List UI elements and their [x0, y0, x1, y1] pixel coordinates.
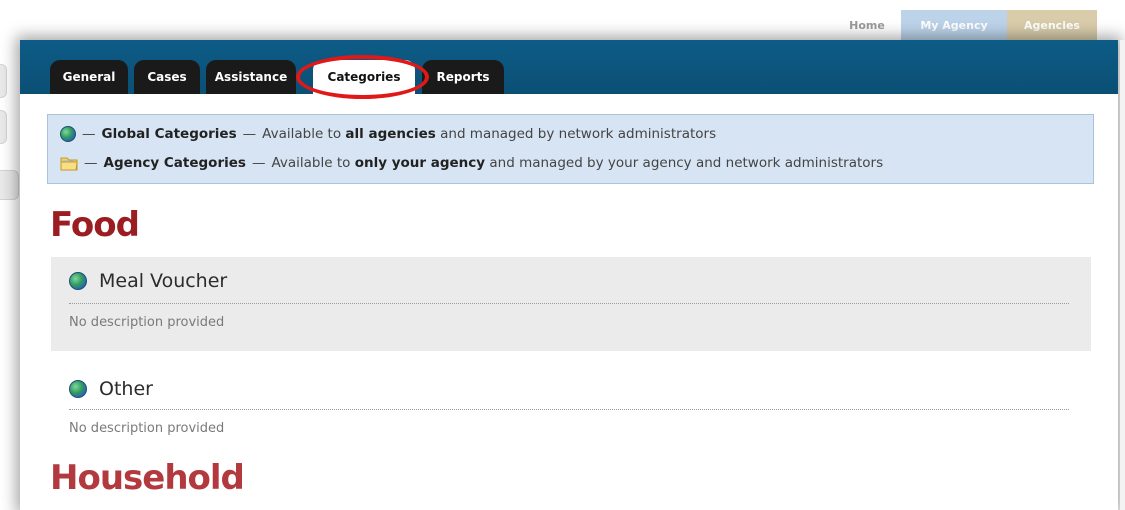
category-title-household: Household	[50, 458, 245, 498]
item-divider	[69, 409, 1069, 410]
tab-reports[interactable]: Reports	[422, 60, 504, 94]
legend-global-name: Global Categories	[101, 126, 237, 142]
category-legend: — Global Categories — Available to all a…	[47, 114, 1094, 184]
legend-global-text-pre: Available to	[262, 126, 346, 142]
tab-cases[interactable]: Cases	[134, 60, 200, 94]
legend-global-text-post: and managed by network administrators	[435, 126, 717, 142]
header-bar: General Cases Assistance Categories Repo…	[20, 40, 1118, 99]
legend-agency-text-post: and managed by your agency and network a…	[485, 155, 884, 171]
scrollbar[interactable]	[1120, 40, 1125, 510]
category-item-other[interactable]: Other No description provided	[51, 365, 1091, 445]
tab-assistance[interactable]: Assistance	[206, 60, 296, 94]
item-divider	[69, 303, 1069, 304]
item-description: No description provided	[69, 421, 225, 436]
globe-icon	[69, 380, 87, 398]
legend-global-emphasis: all agencies	[345, 126, 436, 142]
legend-dash: —	[84, 155, 98, 171]
legend-agency-name: Agency Categories	[103, 155, 246, 171]
legend-agency: — Agency Categories — Available to only …	[60, 155, 883, 171]
top-navigation: Home My Agency Agencies	[833, 10, 1097, 40]
item-description: No description provided	[69, 315, 225, 330]
legend-agency-text-pre: Available to	[271, 155, 355, 171]
item-header: Meal Voucher	[69, 270, 227, 292]
legend-dash: —	[82, 126, 96, 142]
background-panel	[0, 64, 7, 98]
folder-icon	[60, 155, 78, 171]
globe-icon	[60, 126, 76, 142]
background-panel	[0, 110, 7, 144]
item-name[interactable]: Meal Voucher	[99, 270, 227, 292]
legend-dash: —	[242, 126, 257, 142]
main-window: General Cases Assistance Categories Repo…	[20, 40, 1118, 510]
nav-my-agency[interactable]: My Agency	[901, 10, 1007, 40]
tab-general[interactable]: General	[50, 60, 128, 94]
item-name[interactable]: Other	[99, 378, 153, 400]
nav-home[interactable]: Home	[833, 10, 901, 40]
category-item-meal-voucher[interactable]: Meal Voucher No description provided	[51, 257, 1091, 351]
background-panel	[0, 170, 19, 200]
highlight-circle	[296, 55, 429, 99]
item-header: Other	[69, 378, 153, 400]
globe-icon	[69, 272, 87, 290]
legend-agency-emphasis: only your agency	[354, 155, 486, 171]
category-title-food: Food	[50, 205, 140, 245]
nav-agencies[interactable]: Agencies	[1007, 10, 1097, 40]
legend-global: — Global Categories — Available to all a…	[60, 126, 716, 142]
legend-dash: —	[251, 155, 266, 171]
